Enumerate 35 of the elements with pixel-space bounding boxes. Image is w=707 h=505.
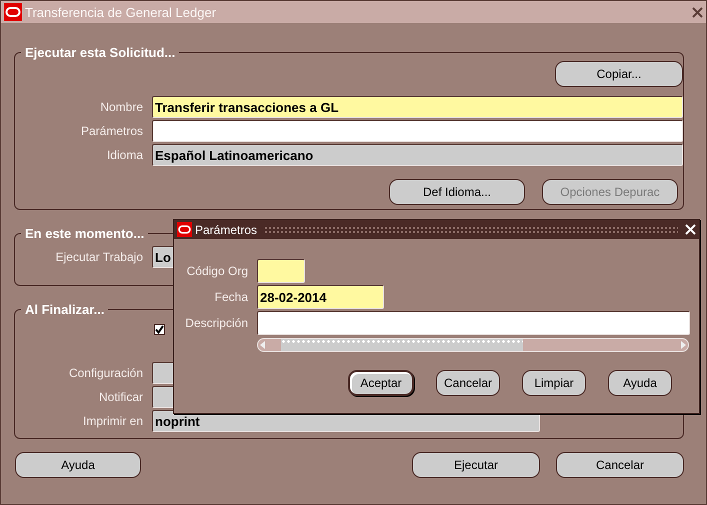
input-field[interactable] xyxy=(152,120,683,142)
field-label: Código Org xyxy=(186,264,249,278)
field-label: Notificar xyxy=(98,390,144,404)
dialog-button[interactable]: Ayuda xyxy=(608,370,672,396)
action-button[interactable]: Def Idioma... xyxy=(389,179,525,205)
scroll-thumb[interactable] xyxy=(281,339,523,351)
checkbox[interactable] xyxy=(154,324,165,334)
footer-button[interactable]: Ejecutar xyxy=(412,452,540,478)
dialog-title: Parámetros xyxy=(195,222,258,236)
dialog-button[interactable]: Cancelar xyxy=(436,370,500,396)
help-button[interactable]: Ayuda xyxy=(15,452,141,478)
footer-button[interactable]: Cancelar xyxy=(556,452,684,478)
logo-icon xyxy=(177,222,192,237)
required-field[interactable]: 28-02-2014 xyxy=(257,285,384,309)
required-field[interactable] xyxy=(257,259,305,283)
section-title: Ejecutar esta Solicitud... xyxy=(24,45,176,60)
window-title: Transferencia de General Ledger xyxy=(25,4,218,20)
field-label: Imprimir en xyxy=(82,414,144,428)
field-label: Configuración xyxy=(68,366,144,380)
field-label: Nombre xyxy=(99,100,144,114)
field-label: Idioma xyxy=(106,148,144,162)
required-field[interactable]: Transferir transacciones a GL xyxy=(152,96,683,118)
field-label: Ejecutar Trabajo xyxy=(54,250,144,264)
copy-button[interactable]: Copiar... xyxy=(555,61,683,87)
scroll-bar[interactable] xyxy=(257,338,689,352)
dialog-button[interactable]: Aceptar xyxy=(348,370,414,396)
field-label: Fecha xyxy=(214,290,249,304)
field-label: Parámetros xyxy=(80,124,144,138)
field-label: Descripción xyxy=(184,316,249,330)
section-title: En este momento... xyxy=(24,226,146,241)
logo-icon xyxy=(4,3,22,21)
input-field[interactable] xyxy=(257,311,690,335)
readonly-field[interactable]: Español Latinoamericano xyxy=(152,144,683,166)
dialog-button[interactable]: Limpiar xyxy=(522,370,586,396)
section-title: Al Finalizar... xyxy=(24,302,106,317)
